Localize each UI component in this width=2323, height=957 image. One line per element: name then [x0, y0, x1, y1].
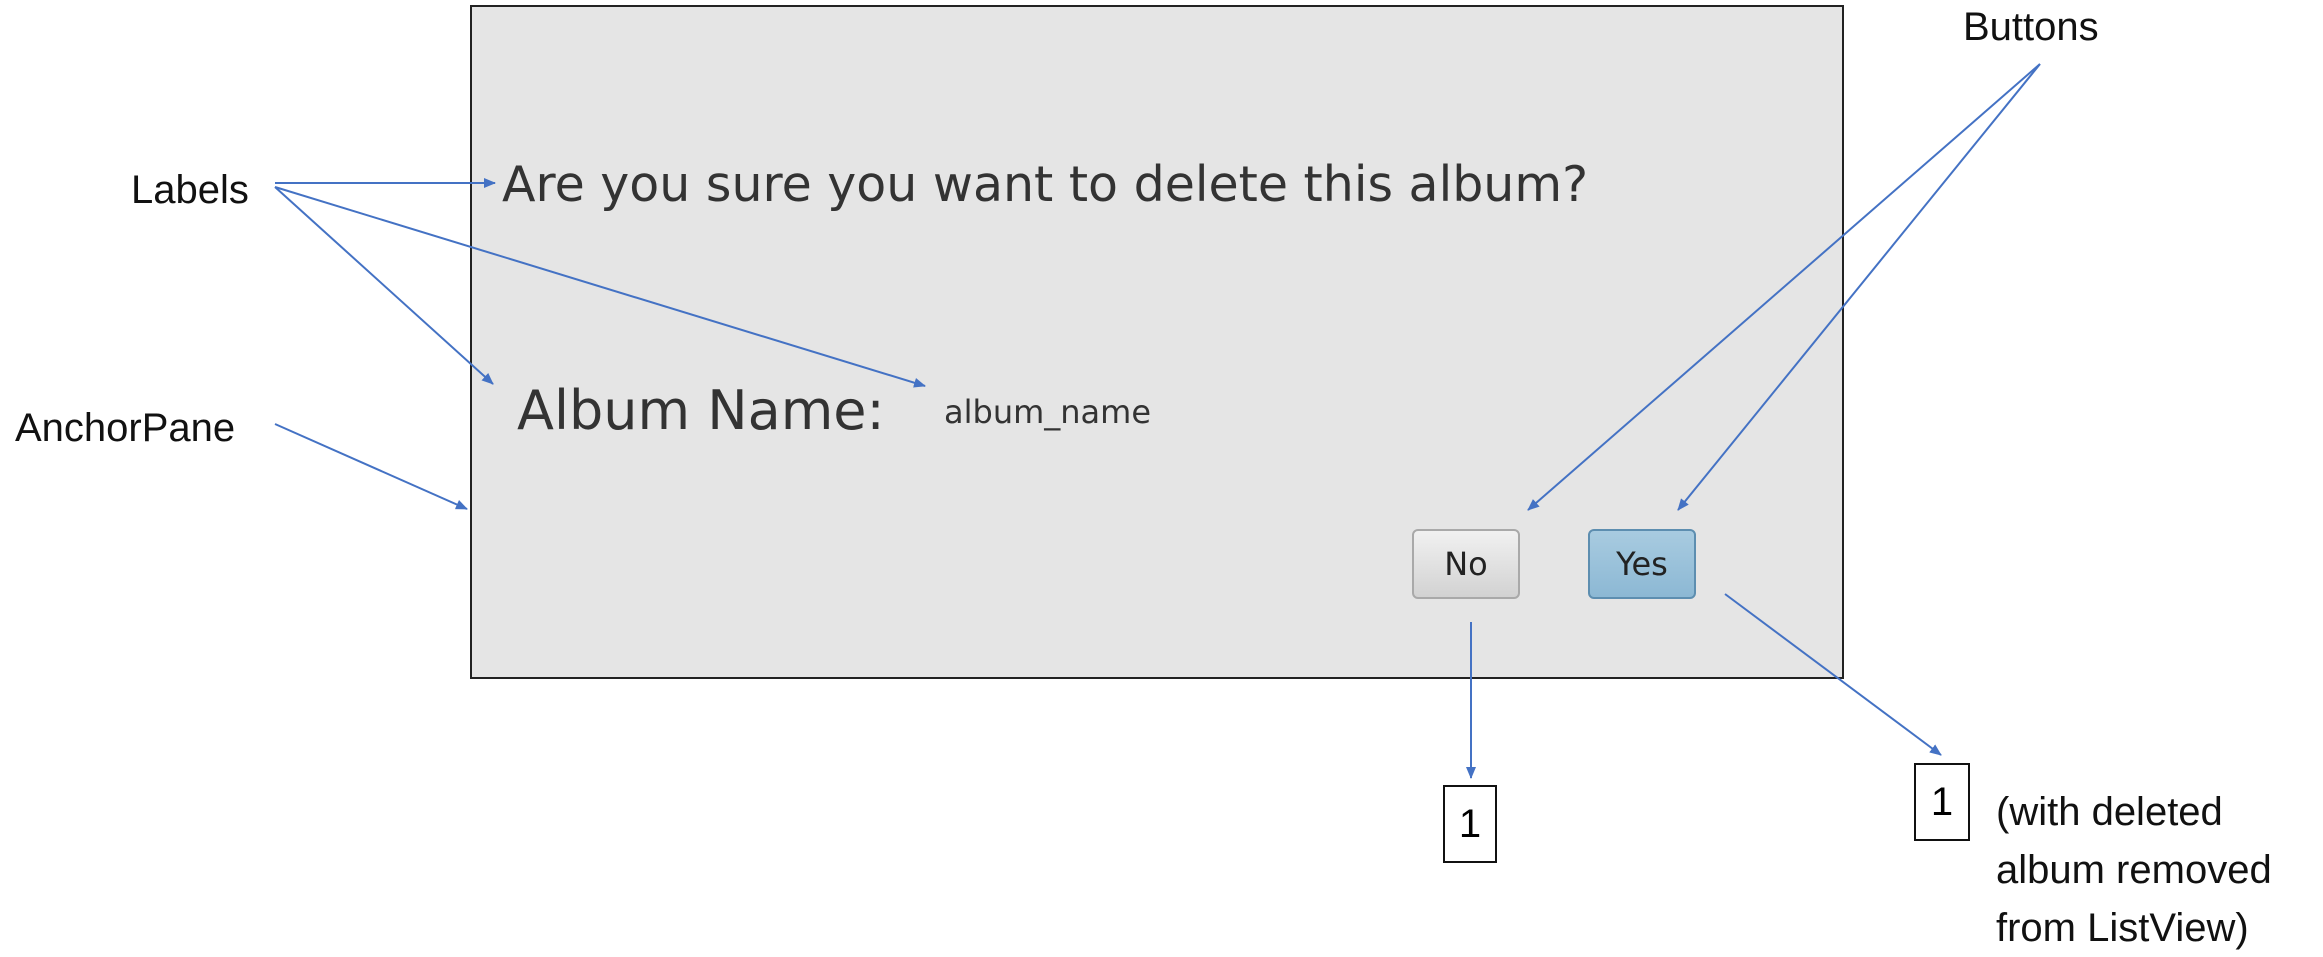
connector-arrows	[274, 63, 2041, 779]
arrow-anchorpane	[274, 423, 468, 510]
arrow-labels-to-album-name-value	[274, 186, 926, 388]
arrow-buttons-to-yes	[1677, 63, 2041, 511]
arrow-labels-to-album-name-label	[274, 186, 494, 385]
arrow-yes-to-result	[1724, 593, 1942, 756]
arrow-buttons-to-no	[1527, 63, 2041, 511]
